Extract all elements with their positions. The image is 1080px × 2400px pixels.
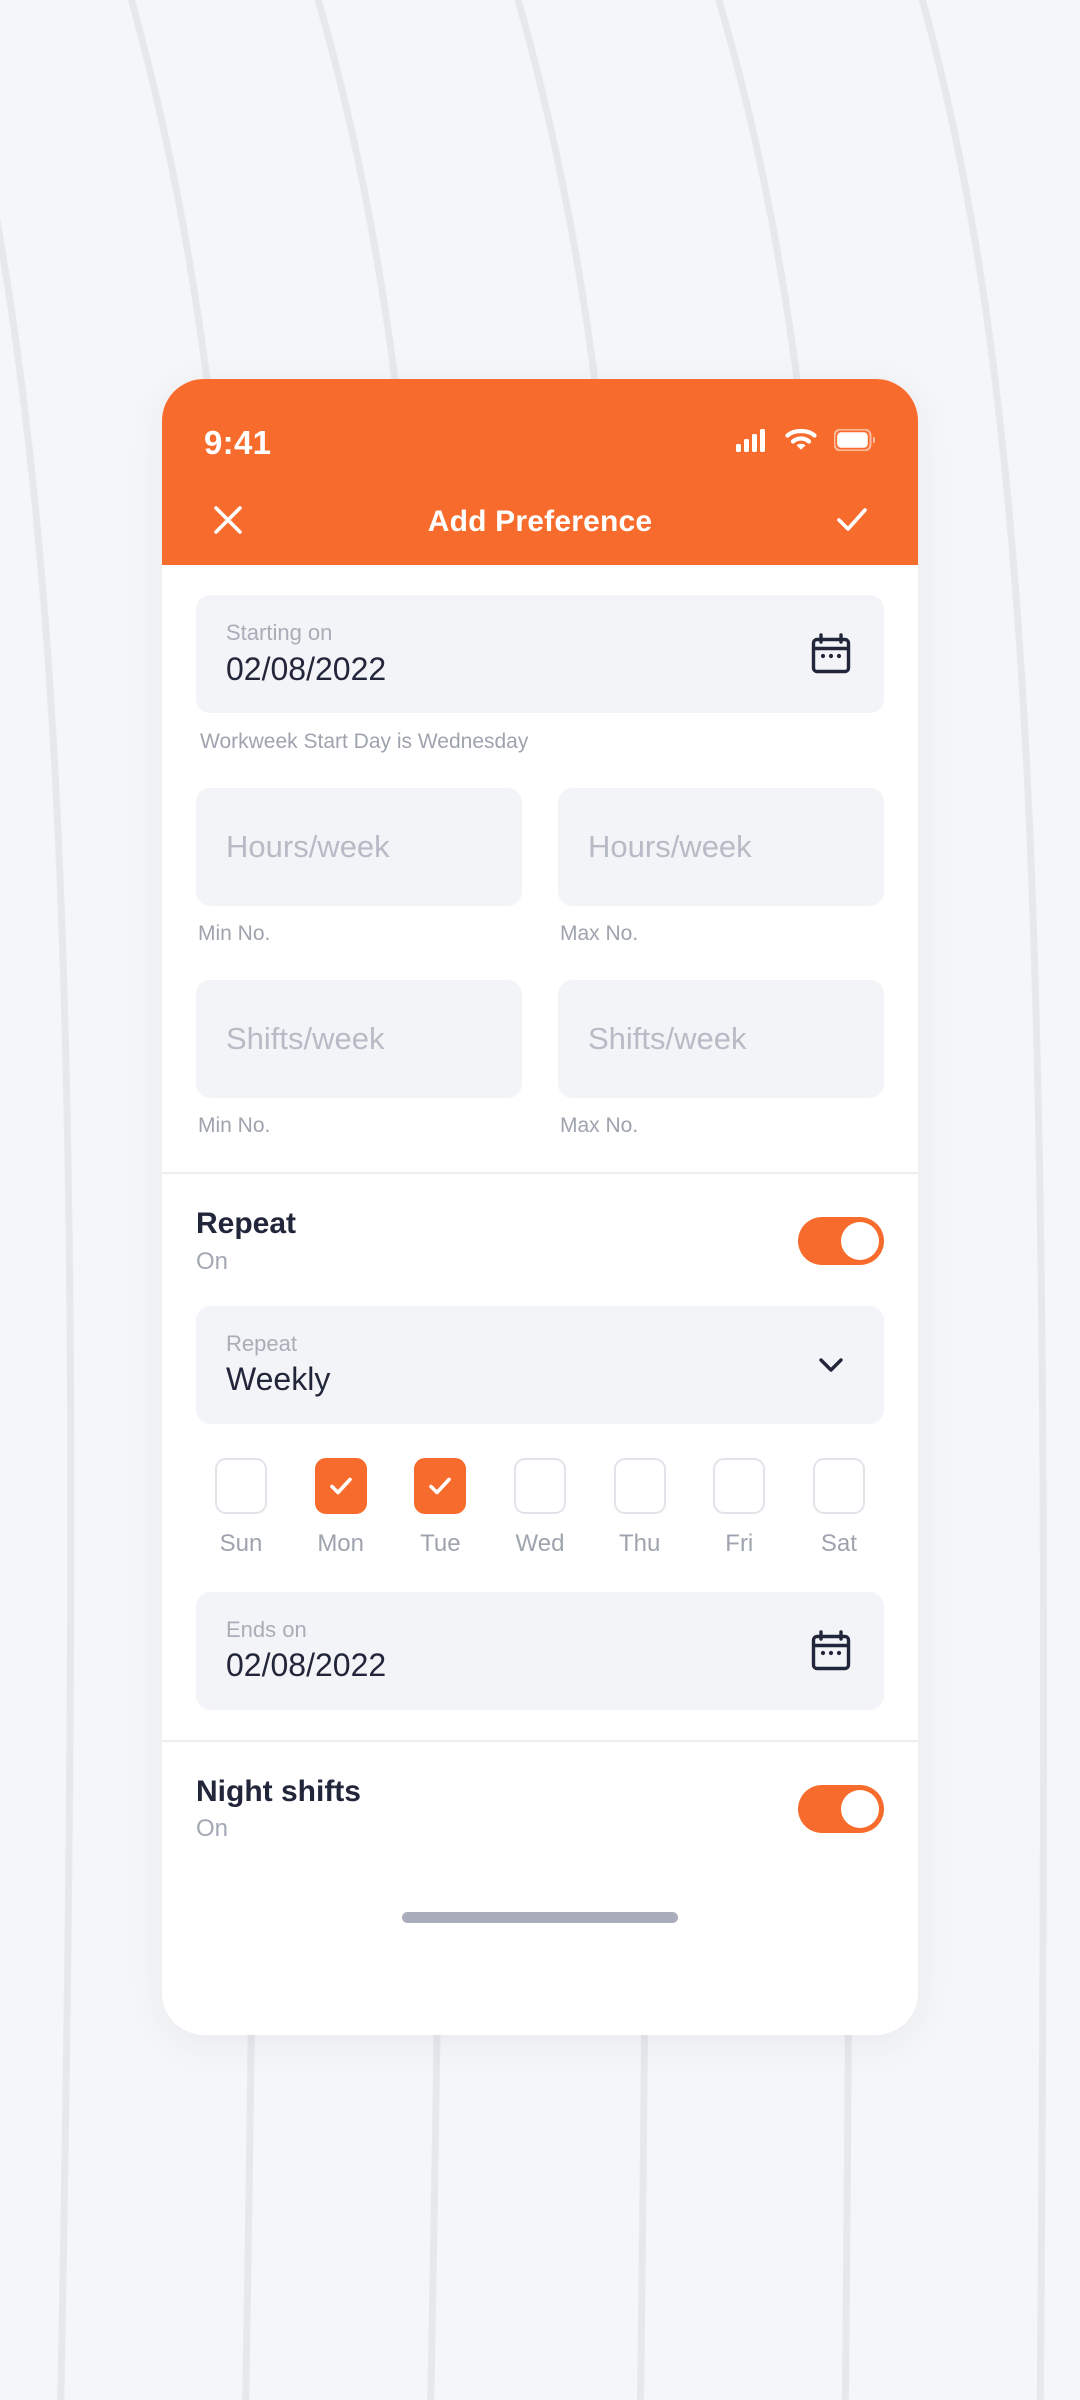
nav-bar: Add Preference [162, 479, 918, 565]
shifts-max-placeholder: Shifts/week [588, 1021, 747, 1056]
weekday-picker: Sun Mon Tue Wed Thu Fri Sat [196, 1457, 884, 1558]
chevron-down-icon[interactable] [808, 1342, 854, 1388]
hours-min-caption: Min No. [198, 922, 271, 945]
repeat-toggle-row: Repeat On [196, 1208, 884, 1274]
night-shifts-switch[interactable] [798, 1784, 884, 1833]
checkmark-icon [329, 1477, 352, 1494]
weekday-fri[interactable]: Fri [696, 1457, 782, 1558]
weekday-sun[interactable]: Sun [198, 1457, 284, 1558]
start-date-value: 02/08/2022 [226, 650, 387, 687]
weekday-fri-checkbox[interactable] [713, 1457, 766, 1514]
night-shifts-title: Night shifts [196, 1774, 361, 1808]
start-date-label: Starting on [226, 620, 333, 646]
workweek-helper-text: Workweek Start Day is Wednesday [200, 730, 529, 753]
weekday-wed[interactable]: Wed [497, 1457, 583, 1558]
shifts-max-caption: Max No. [560, 1114, 639, 1137]
end-date-texts: Ends on 02/08/2022 [226, 1617, 808, 1684]
status-bar: 9:41 [162, 379, 918, 479]
hours-min-column: Hours/week Min No. [196, 788, 522, 946]
end-date-label: Ends on [226, 1617, 307, 1642]
end-date-field[interactable]: Ends on 02/08/2022 [196, 1591, 884, 1710]
shifts-min-input[interactable]: Shifts/week [196, 980, 522, 1098]
weekday-tue-label: Tue [420, 1529, 461, 1557]
weekday-thu[interactable]: Thu [597, 1457, 683, 1558]
battery-icon [833, 428, 876, 456]
page-title: Add Preference [427, 505, 653, 538]
weekday-fri-label: Fri [725, 1529, 754, 1557]
end-date-value: 02/08/2022 [226, 1647, 387, 1684]
weekday-sat-label: Sat [820, 1529, 857, 1557]
end-date-wrap: Ends on 02/08/2022 [196, 1591, 884, 1710]
weekday-sat-checkbox[interactable] [812, 1457, 865, 1514]
weekday-thu-checkbox[interactable] [613, 1457, 666, 1514]
weekday-thu-label: Thu [618, 1529, 661, 1557]
hours-min-input[interactable]: Hours/week [196, 788, 522, 906]
repeat-frequency-label: Repeat [226, 1331, 297, 1356]
repeat-frequency-value: Weekly [226, 1361, 331, 1398]
shifts-min-caption: Min No. [198, 1114, 271, 1137]
status-bar-icons [736, 428, 876, 457]
repeat-switch[interactable] [798, 1216, 884, 1265]
hours-max-placeholder: Hours/week [588, 829, 752, 864]
hours-per-week-row: Hours/week Min No. Hours/week Max No. [196, 788, 884, 946]
calendar-icon[interactable] [808, 1628, 854, 1674]
weekday-wed-label: Wed [515, 1529, 565, 1557]
weekday-tue[interactable]: Tue [397, 1457, 483, 1558]
repeat-section: Repeat On Repeat Weekly Sun Mon Tue Wed … [162, 1172, 918, 1740]
hours-min-placeholder: Hours/week [226, 829, 390, 864]
shifts-max-column: Shifts/week Max No. [558, 980, 884, 1138]
repeat-frequency-select[interactable]: Repeat Weekly [196, 1305, 884, 1424]
home-indicator-area [162, 1869, 918, 1966]
weekday-mon-label: Mon [317, 1529, 364, 1557]
weekday-sun-label: Sun [219, 1529, 263, 1557]
shifts-per-week-row: Shifts/week Min No. Shifts/week Max No. [196, 980, 884, 1138]
weekday-mon-checkbox[interactable] [314, 1457, 367, 1514]
schedule-details-section: Starting on 02/08/2022 Workweek Start Da… [162, 565, 918, 1172]
repeat-frequency-wrap: Repeat Weekly [196, 1305, 884, 1424]
repeat-frequency-texts: Repeat Weekly [226, 1331, 808, 1398]
night-shifts-switch-knob [841, 1789, 879, 1828]
night-shifts-texts: Night shifts On [196, 1776, 361, 1842]
weekday-tue-checkbox[interactable] [414, 1457, 467, 1514]
night-shifts-state: On [196, 1815, 229, 1843]
home-indicator[interactable] [402, 1911, 678, 1923]
hours-max-input[interactable]: Hours/week [558, 788, 884, 906]
phone-screen: 9:41 Add Preference Starting on 02/08/20… [162, 379, 918, 2035]
night-shifts-toggle-row: Night shifts On [196, 1776, 884, 1842]
start-date-field[interactable]: Starting on 02/08/2022 [196, 595, 884, 713]
shifts-max-input[interactable]: Shifts/week [558, 980, 884, 1098]
shifts-min-placeholder: Shifts/week [226, 1021, 385, 1056]
calendar-icon[interactable] [808, 631, 854, 677]
weekday-sun-checkbox[interactable] [215, 1457, 267, 1514]
confirm-button[interactable] [826, 496, 878, 548]
check-icon [832, 500, 872, 545]
weekday-wed-checkbox[interactable] [513, 1457, 566, 1514]
hours-max-caption: Max No. [560, 922, 639, 945]
close-icon [209, 501, 247, 544]
app-bar: 9:41 Add Preference [162, 379, 918, 565]
checkmark-icon [429, 1477, 452, 1494]
repeat-state: On [196, 1247, 229, 1275]
close-button[interactable] [202, 496, 254, 548]
status-bar-time: 9:41 [204, 423, 272, 461]
start-date-texts: Starting on 02/08/2022 [226, 620, 808, 687]
repeat-toggle-texts: Repeat On [196, 1208, 296, 1274]
night-shifts-section: Night shifts On [162, 1739, 918, 1870]
repeat-title: Repeat [196, 1207, 297, 1240]
shifts-min-column: Shifts/week Min No. [196, 980, 522, 1138]
hours-max-column: Hours/week Max No. [558, 788, 884, 946]
weekday-sat[interactable]: Sat [796, 1457, 882, 1558]
weekday-mon[interactable]: Mon [298, 1457, 384, 1558]
wifi-icon [785, 428, 817, 457]
repeat-switch-knob [841, 1221, 879, 1260]
cellular-signal-icon [736, 428, 768, 457]
